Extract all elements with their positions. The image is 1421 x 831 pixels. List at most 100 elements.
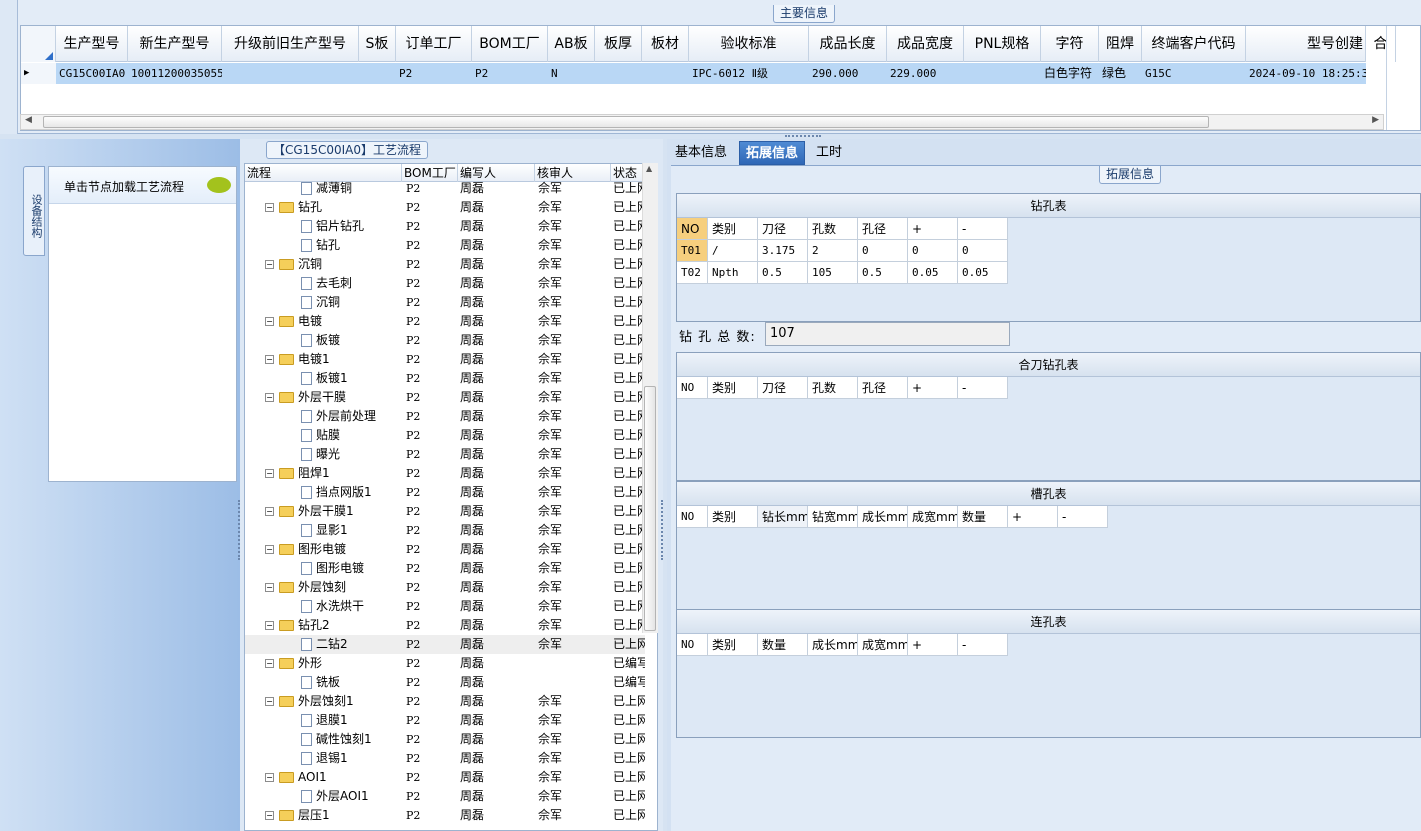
collapse-icon[interactable]: − xyxy=(265,697,274,706)
col-header[interactable]: 成长mm xyxy=(808,634,858,656)
col-header[interactable]: 合 xyxy=(1366,26,1396,62)
scroll-left-icon[interactable]: ◀ xyxy=(25,115,32,125)
tree-node[interactable]: 铝片钻孔 xyxy=(245,217,402,236)
col-header[interactable]: 刀径 xyxy=(758,377,808,399)
cell-standard[interactable]: IPC-6012 Ⅱ级 xyxy=(689,63,809,84)
cell-bom-factory[interactable]: P2 xyxy=(402,749,458,768)
cell-writer[interactable]: 周磊 xyxy=(458,673,535,692)
col-header[interactable]: 孔径 xyxy=(858,377,908,399)
tree-node[interactable]: 退锡1 xyxy=(245,749,402,768)
cell[interactable]: 105 xyxy=(808,262,858,284)
tree-row[interactable]: 铣板 P2周磊 已编写 xyxy=(245,673,645,692)
cell-bom-factory[interactable]: P2 xyxy=(402,692,458,711)
cell-status[interactable]: 已上网 xyxy=(611,274,645,293)
cell-bom-factory[interactable]: P2 xyxy=(402,635,458,654)
cell[interactable]: / xyxy=(708,240,758,262)
tree-row[interactable]: 显影1 P2周磊佘军已上网 xyxy=(245,521,645,540)
cell-status[interactable]: 已上网 xyxy=(611,749,645,768)
col-header[interactable]: + xyxy=(908,377,958,399)
cell-writer[interactable]: 周磊 xyxy=(458,179,535,198)
cell[interactable]: 0 xyxy=(958,240,1008,262)
cell-reviewer[interactable]: 佘军 xyxy=(535,464,611,483)
tree-node[interactable]: 图形电镀 xyxy=(245,559,402,578)
col-header[interactable]: + xyxy=(908,634,958,656)
collapse-icon[interactable]: − xyxy=(265,469,274,478)
tree-row[interactable]: 板镀 P2周磊佘军已上网 xyxy=(245,331,645,350)
cell-status[interactable]: 已上网 xyxy=(611,787,645,806)
cell-bom-factory[interactable]: P2 xyxy=(402,445,458,464)
cell-writer[interactable]: 周磊 xyxy=(458,578,535,597)
cell-reviewer[interactable]: 佘军 xyxy=(535,540,611,559)
col-header[interactable]: 刀径 xyxy=(758,218,808,240)
cell-writer[interactable]: 周磊 xyxy=(458,749,535,768)
cell-reviewer[interactable]: 佘军 xyxy=(535,274,611,293)
cell-reviewer[interactable]: 佘军 xyxy=(535,578,611,597)
cell[interactable]: 0.5 xyxy=(758,262,808,284)
cell-writer[interactable]: 周磊 xyxy=(458,559,535,578)
tree-node[interactable]: 显影1 xyxy=(245,521,402,540)
cell-reviewer[interactable]: 佘军 xyxy=(535,388,611,407)
cell-ab-board[interactable]: N xyxy=(548,63,595,84)
col-header[interactable]: 成品长度 xyxy=(809,26,887,62)
cell-solder[interactable]: 绿色 xyxy=(1099,63,1142,84)
tree-node[interactable]: − 外层干膜 xyxy=(245,388,402,407)
cell-bom-factory[interactable]: P2 xyxy=(402,312,458,331)
cell-status[interactable]: 已上网 xyxy=(611,540,645,559)
cell-reviewer[interactable]: 佘军 xyxy=(535,293,611,312)
cell-writer[interactable]: 周磊 xyxy=(458,730,535,749)
cell-writer[interactable]: 周磊 xyxy=(458,711,535,730)
cell-writer[interactable]: 周磊 xyxy=(458,369,535,388)
tree-row[interactable]: 外层AOI1 P2周磊佘军已上网 xyxy=(245,787,645,806)
tree-node[interactable]: 贴膜 xyxy=(245,426,402,445)
tree-node[interactable]: − 钻孔 xyxy=(245,198,402,217)
cell-reviewer[interactable]: 佘军 xyxy=(535,730,611,749)
side-tab-device-structure[interactable]: 设备结构 xyxy=(23,166,45,256)
tree-node[interactable]: − 电镀 xyxy=(245,312,402,331)
tree-row[interactable]: 退膜1 P2周磊佘军已上网 xyxy=(245,711,645,730)
col-header[interactable]: 终端客户代码 xyxy=(1142,26,1246,62)
tree-node[interactable]: − 图形电镀 xyxy=(245,540,402,559)
col-header[interactable]: - xyxy=(958,218,1008,240)
grid-corner[interactable] xyxy=(21,26,56,62)
col-header[interactable]: + xyxy=(908,218,958,240)
cell-reviewer[interactable]: 佘军 xyxy=(535,692,611,711)
cell-reviewer[interactable]: 佘军 xyxy=(535,426,611,445)
cell-reviewer[interactable]: 佘军 xyxy=(535,806,611,825)
col-header[interactable]: - xyxy=(1058,506,1108,528)
col-header[interactable]: 类别 xyxy=(708,634,758,656)
scrollbar-thumb[interactable] xyxy=(43,116,1209,128)
tree-row[interactable]: − AOI1 P2周磊佘军已上网 xyxy=(245,768,645,787)
cell-created[interactable]: 2024-09-10 18:25:33 xyxy=(1246,63,1366,84)
tab-extended-info[interactable]: 拓展信息 xyxy=(739,141,806,165)
tree-row[interactable]: 碱性蚀刻1 P2周磊佘军已上网 xyxy=(245,730,645,749)
cell[interactable]: 0.05 xyxy=(908,262,958,284)
cell-bom-factory[interactable]: P2 xyxy=(402,426,458,445)
splitter-handle[interactable] xyxy=(785,135,821,139)
col-header[interactable]: 成长mm xyxy=(858,506,908,528)
cell-writer[interactable]: 周磊 xyxy=(458,787,535,806)
tree-node[interactable]: − AOI1 xyxy=(245,768,402,787)
tree-node[interactable]: 外层前处理 xyxy=(245,407,402,426)
cell-old-model[interactable] xyxy=(222,63,359,84)
col-header[interactable]: - xyxy=(958,634,1008,656)
cell-reviewer[interactable]: 佘军 xyxy=(535,236,611,255)
tree-node[interactable]: − 外形 xyxy=(245,654,402,673)
tree-node[interactable]: − 沉铜 xyxy=(245,255,402,274)
cell-bom-factory[interactable]: P2 xyxy=(402,711,458,730)
cell-status[interactable]: 已上网 xyxy=(611,483,645,502)
cell-reviewer[interactable]: 佘军 xyxy=(535,521,611,540)
tree-row[interactable]: − 沉铜 P2周磊佘军已上网 xyxy=(245,255,645,274)
cell-status[interactable]: 已上网 xyxy=(611,255,645,274)
cell-status[interactable]: 已上网 xyxy=(611,464,645,483)
cell-reviewer[interactable]: 佘军 xyxy=(535,350,611,369)
cell-status[interactable]: 已上网 xyxy=(611,350,645,369)
cell-writer[interactable]: 周磊 xyxy=(458,635,535,654)
cell-s-board[interactable] xyxy=(359,63,396,84)
tree-node[interactable]: − 钻孔2 xyxy=(245,616,402,635)
col-header[interactable]: 孔数 xyxy=(808,218,858,240)
cell-bom-factory[interactable]: P2 xyxy=(402,464,458,483)
cell-status[interactable]: 已上网 xyxy=(611,388,645,407)
tree-node[interactable]: 退膜1 xyxy=(245,711,402,730)
cell[interactable]: T01 xyxy=(677,240,708,262)
cell-bom-factory[interactable]: P2 xyxy=(402,559,458,578)
